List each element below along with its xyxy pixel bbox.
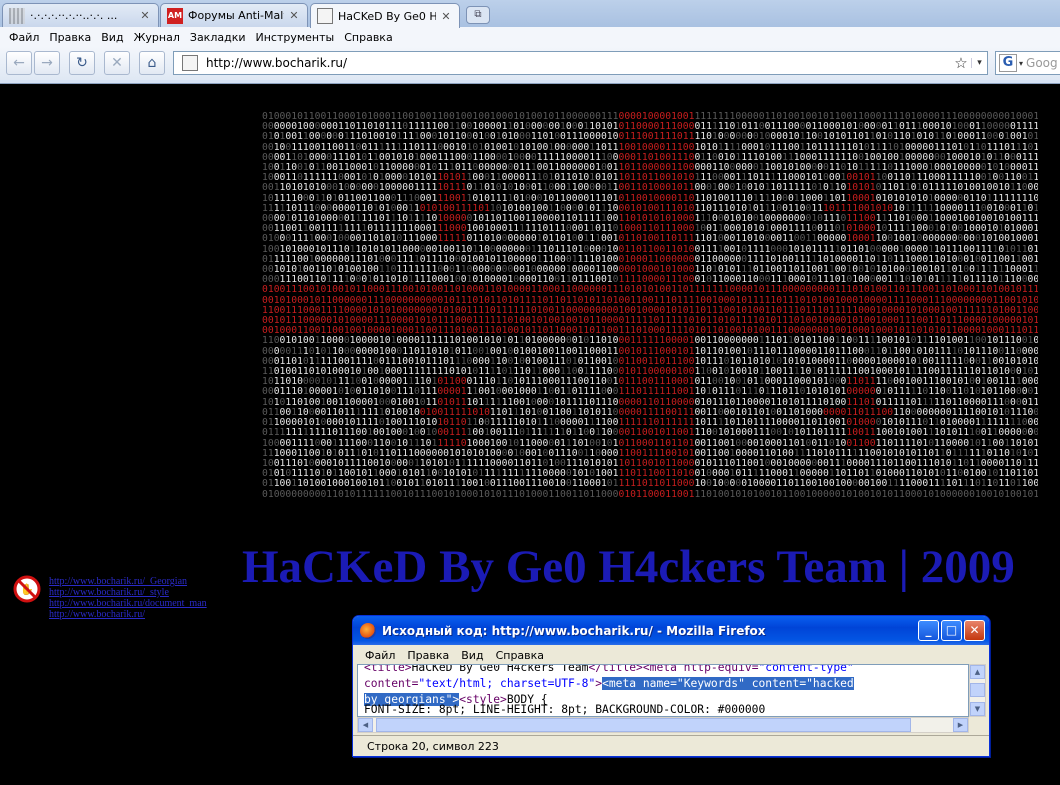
horizontal-scrollbar[interactable]: ◀ ▶ <box>357 717 969 733</box>
tab-label: ·.·.·.·.··.·.··..·.·. ... <box>30 9 118 22</box>
close-tab-icon[interactable]: ✕ <box>287 9 301 22</box>
menu-view[interactable]: Вид <box>96 31 128 44</box>
vertical-scrollbar[interactable]: ▲ ▼ <box>969 664 986 717</box>
close-tab-icon[interactable]: ✕ <box>439 10 453 23</box>
new-tab-button[interactable]: ⧉ <box>466 6 490 24</box>
code-token: <meta http-equiv= <box>642 664 759 674</box>
vertical-scroll-thumb[interactable] <box>970 683 985 697</box>
bookmark-star-icon[interactable]: ☆ <box>951 54 971 72</box>
hacked-title: HaCKeD By Ge0 H4ckers Team | 2009 <box>242 541 1015 593</box>
vs-menu-help[interactable]: Справка <box>490 649 550 662</box>
google-engine-icon[interactable]: G <box>999 54 1017 72</box>
home-button[interactable]: ⌂ <box>139 51 165 75</box>
address-bar[interactable]: http://www.bocharik.ru/ ☆ ▾ <box>173 51 988 75</box>
link-document-man[interactable]: http://www.bocharik.ru/document_man <box>49 598 207 609</box>
menu-edit[interactable]: Правка <box>44 31 96 44</box>
link-list: http://www.bocharik.ru/_Georgian http://… <box>49 576 207 620</box>
code-token: content= <box>364 677 419 690</box>
url-dropdown-icon[interactable]: ▾ <box>971 58 987 68</box>
link-style[interactable]: http://www.bocharik.ru/_style <box>49 587 207 598</box>
horizontal-scroll-thumb[interactable] <box>376 718 911 732</box>
binary-flag-banner: 0100010110011000101000110010011001001001… <box>262 112 1038 498</box>
link-georgian[interactable]: http://www.bocharik.ru/_Georgian <box>49 576 207 587</box>
back-button[interactable]: ← <box>6 51 32 75</box>
link-home[interactable]: http://www.bocharik.ru/ <box>49 609 207 620</box>
navigation-toolbar: ← → ↻ ✕ ⌂ http://www.bocharik.ru/ ☆ ▾ G … <box>0 47 1060 80</box>
forward-button[interactable]: → <box>34 51 60 75</box>
search-placeholder[interactable]: Goog <box>1026 56 1058 70</box>
view-source-window: Исходный код: http://www.bocharik.ru/ - … <box>352 615 990 757</box>
code-token: <title> <box>364 664 412 674</box>
close-button[interactable]: ✕ <box>964 620 985 641</box>
maximize-button[interactable]: □ <box>941 620 962 641</box>
code-token: "text/html; charset=UTF-8" <box>418 677 596 690</box>
tab-label: HaCKeD By Ge0 H4... <box>338 9 436 23</box>
binary-digits: 0100010110011000101000110010011001001001… <box>262 112 1038 498</box>
am-favicon-icon: AM <box>167 7 183 24</box>
tab-strip: ·.·.·.·.··.·.··..·.·. ... ✕ AM Форумы An… <box>0 0 1060 28</box>
page-favicon-icon <box>317 8 333 24</box>
scroll-up-icon[interactable]: ▲ <box>970 665 985 679</box>
menu-help[interactable]: Справка <box>339 31 397 44</box>
window-menu-bar: Файл Правка Вид Справка <box>353 646 989 664</box>
vs-menu-edit[interactable]: Правка <box>401 649 455 662</box>
prohibited-sign-icon: ✋ <box>13 575 41 603</box>
scroll-right-icon[interactable]: ▶ <box>953 718 968 732</box>
url-text[interactable]: http://www.bocharik.ru/ <box>206 56 951 70</box>
firefox-icon <box>360 622 376 639</box>
menu-bar: Файл Правка Вид Журнал Закладки Инструме… <box>0 27 1060 47</box>
blurred-favicon-icon <box>9 7 25 24</box>
tab-1[interactable]: ·.·.·.·.··.·.··..·.·. ... ✕ <box>2 3 159 27</box>
search-box[interactable]: G ▾ Goog <box>995 51 1060 75</box>
scroll-left-icon[interactable]: ◀ <box>358 718 373 732</box>
reload-button[interactable]: ↻ <box>69 51 95 75</box>
code-line-partial: FONT-SIZE: 8pt; LINE-HEIGHT: 8pt; BACKGR… <box>364 702 968 716</box>
menu-history[interactable]: Журнал <box>129 31 185 44</box>
minimize-button[interactable]: _ <box>918 620 939 641</box>
window-title: Исходный код: http://www.bocharik.ru/ - … <box>382 623 766 638</box>
tab-2[interactable]: AM Форумы Anti-Malw... ✕ <box>160 3 308 27</box>
selected-code: <meta name="Keywords" content="hacked <box>602 677 854 690</box>
code-token: HaCKeD By Ge0 H4ckers Team <box>411 664 589 674</box>
vs-menu-file[interactable]: Файл <box>359 649 401 662</box>
code-token: "content-type" <box>758 664 854 674</box>
site-favicon-icon <box>182 55 198 71</box>
code-token: FONT-SIZE: 8pt; LINE-HEIGHT: 8pt; BACKGR… <box>364 703 766 716</box>
menu-tools[interactable]: Инструменты <box>251 31 340 44</box>
code-line: <title>HaCKeD By Ge0 H4ckers Team</title… <box>364 664 968 676</box>
status-bar: Строка 20, символ 223 <box>353 735 989 756</box>
vs-menu-view[interactable]: Вид <box>455 649 489 662</box>
menu-file[interactable]: Файл <box>4 31 44 44</box>
code-line: content="text/html; charset=UTF-8"><meta… <box>364 676 968 692</box>
menu-bookmarks[interactable]: Закладки <box>185 31 251 44</box>
tab-3-active[interactable]: HaCKeD By Ge0 H4... ✕ <box>310 3 460 28</box>
browser-chrome: ·.·.·.·.··.·.··..·.·. ... ✕ AM Форумы An… <box>0 0 1060 84</box>
source-code-view[interactable]: <title>HaCKeD By Ge0 H4ckers Team</title… <box>357 664 969 717</box>
scroll-down-icon[interactable]: ▼ <box>970 702 985 716</box>
code-token: </title> <box>588 664 643 674</box>
stop-button[interactable]: ✕ <box>104 51 130 75</box>
tab-label: Форумы Anti-Malw... <box>188 9 284 22</box>
close-tab-icon[interactable]: ✕ <box>138 9 152 22</box>
window-titlebar[interactable]: Исходный код: http://www.bocharik.ru/ - … <box>353 616 989 645</box>
engine-dropdown-icon[interactable]: ▾ <box>1019 59 1023 68</box>
